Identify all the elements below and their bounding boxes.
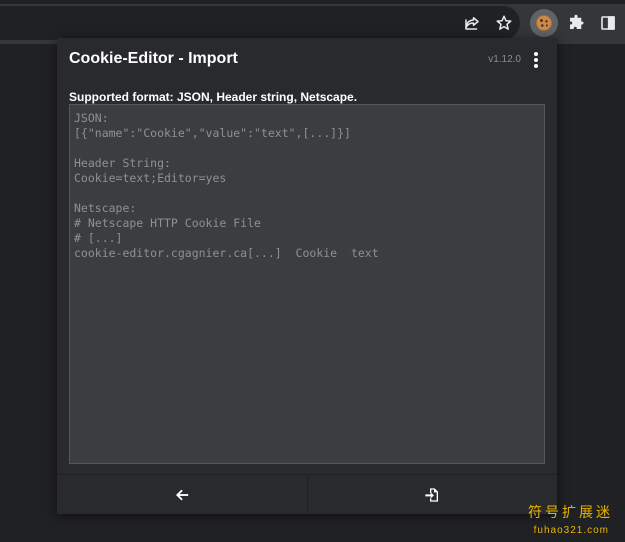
- supported-format-label: Supported format: JSON, Header string, N…: [69, 90, 358, 104]
- version-label: v1.12.0: [488, 54, 521, 65]
- watermark-domain: fuhao321.com: [533, 525, 609, 536]
- popup-title: Cookie-Editor - Import: [69, 50, 238, 67]
- import-button[interactable]: [306, 475, 558, 515]
- cookie-icon[interactable]: [530, 9, 558, 37]
- cookie-editor-popup: Cookie-Editor - Import v1.12.0 Supported…: [57, 38, 557, 515]
- import-textarea[interactable]: [69, 104, 545, 464]
- toolbar-topline: [0, 0, 625, 4]
- arrow-left-icon: [175, 489, 188, 501]
- puzzle-icon[interactable]: [562, 9, 590, 37]
- star-icon[interactable]: [490, 9, 518, 37]
- back-button[interactable]: [57, 475, 307, 515]
- popup-footer: [57, 474, 557, 515]
- file-import-icon: [425, 488, 439, 502]
- popup-header: Cookie-Editor - Import v1.12.0: [57, 38, 557, 82]
- side-panel-icon[interactable]: [594, 9, 622, 37]
- share-icon[interactable]: [458, 9, 486, 37]
- watermark-text: 符号扩展迷: [528, 505, 613, 521]
- address-bar[interactable]: [0, 6, 520, 40]
- more-vert-icon[interactable]: [529, 50, 543, 70]
